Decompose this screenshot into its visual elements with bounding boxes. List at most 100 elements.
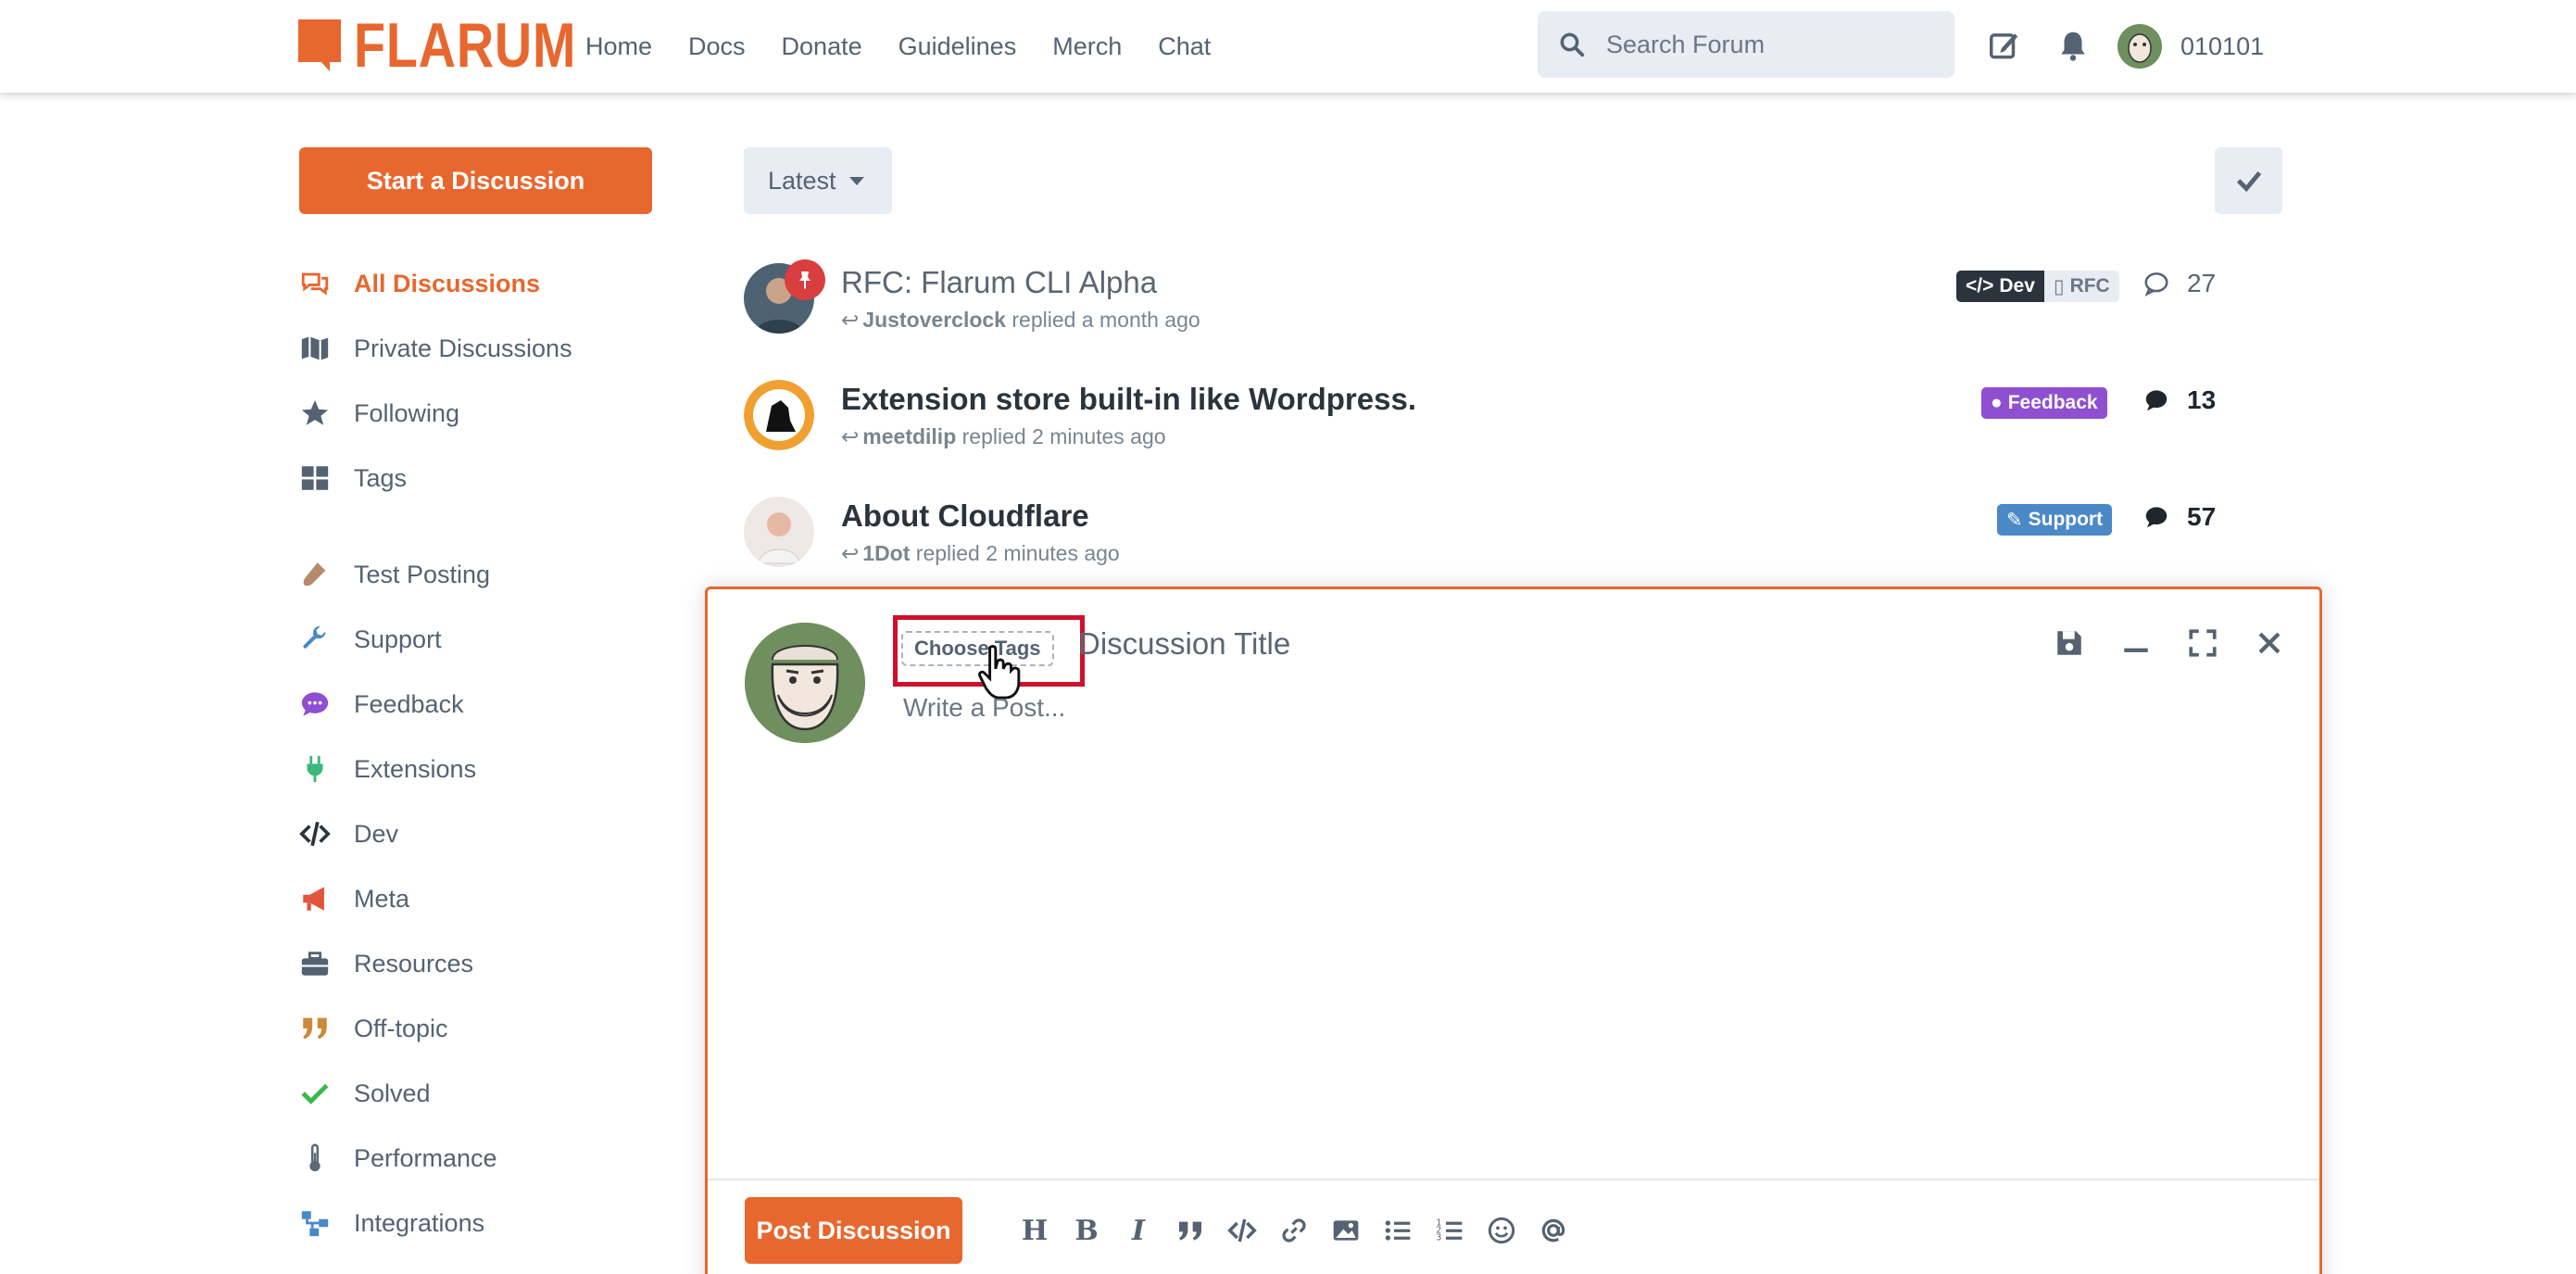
sidebar-item-test-posting[interactable]: Test Posting [298, 556, 490, 593]
comment-icon [2145, 390, 2168, 411]
tag-badge[interactable]: </> Dev [1956, 271, 2044, 302]
discussion-item[interactable]: About Cloudflare ↩ 1Dot replied 2 minutes… [744, 497, 2217, 589]
sidebar-item-label: Tags [354, 463, 408, 492]
discussion-action: replied 2 minutes ago [915, 541, 1120, 565]
discussion-user[interactable]: meetdilip [862, 424, 956, 448]
sidebar-item-solved[interactable]: Solved [298, 1075, 431, 1112]
discussion-title[interactable]: About Cloudflare [841, 498, 1089, 534]
tag-badge[interactable]: ✎ Support [1997, 504, 2113, 536]
sidebar-item-feedback[interactable]: Feedback [298, 686, 464, 723]
compose-icon[interactable] [1987, 28, 2022, 63]
sort-dropdown[interactable]: Latest [744, 147, 892, 214]
code-icon [298, 817, 332, 851]
reply-count: 27 [2142, 269, 2216, 298]
pin-icon [785, 259, 825, 300]
save-draft-icon[interactable] [2051, 624, 2088, 662]
user-menu[interactable]: 010101 [2117, 22, 2264, 70]
mark-all-read-button[interactable] [2215, 147, 2282, 214]
minimize-icon[interactable] [2117, 624, 2155, 662]
post-discussion-button[interactable]: Post Discussion [745, 1197, 962, 1264]
fullscreen-icon[interactable] [2184, 624, 2221, 662]
sidebar-item-performance[interactable]: Performance [298, 1140, 497, 1177]
avatar[interactable] [744, 380, 814, 450]
nav-chat[interactable]: Chat [1158, 32, 1211, 61]
sidebar-item-meta[interactable]: Meta [298, 880, 409, 917]
nav-docs[interactable]: Docs [688, 32, 746, 61]
search-icon [1558, 31, 1586, 58]
italic-icon[interactable]: I [1120, 1212, 1157, 1249]
discussion-title[interactable]: Extension store built-in like Wordpress. [841, 382, 1416, 417]
sidebar-item-label: Performance [354, 1143, 497, 1172]
nav-home[interactable]: Home [585, 32, 652, 61]
tag-badge[interactable]: ● Feedback [1981, 387, 2107, 419]
close-icon[interactable] [2251, 624, 2288, 662]
flarum-logo[interactable]: FLARUM [298, 14, 625, 77]
sidebar-item-label: Extensions [354, 754, 477, 783]
network-icon [298, 1206, 332, 1240]
discussion-meta: ↩ meetdilip replied 2 minutes ago [841, 424, 1166, 449]
mention-icon[interactable] [1535, 1212, 1572, 1249]
reply-icon: ↩ [841, 308, 860, 332]
image-icon[interactable] [1327, 1212, 1364, 1249]
header: FLARUM Home Docs Donate Guidelines Merch… [0, 0, 2576, 93]
wrench-icon [298, 623, 332, 656]
wrench-icon: ✎ [2006, 509, 2023, 531]
code-icon[interactable] [1224, 1212, 1261, 1249]
discussion-title[interactable]: RFC: Flarum CLI Alpha [841, 265, 1157, 300]
sidebar-item-label: Support [354, 624, 442, 653]
sidebar-item-private-discussions[interactable]: Private Discussions [298, 330, 572, 367]
sidebar-item-resources[interactable]: Resources [298, 945, 473, 982]
numbered-list-icon[interactable]: 123 [1431, 1212, 1468, 1249]
sidebar-item-following[interactable]: Following [298, 395, 459, 432]
sidebar-item-tags[interactable]: Tags [298, 460, 407, 497]
discussion-meta: ↩ 1Dot replied 2 minutes ago [841, 541, 1120, 566]
discussion-item[interactable]: RFC: Flarum CLI Alpha ↩ Justoverclock rep… [744, 259, 2217, 356]
sidebar-item-off-topic[interactable]: Off-topic [298, 1010, 448, 1047]
nav-guidelines[interactable]: Guidelines [898, 32, 1017, 61]
sidebar-item-label: All Discussions [354, 269, 541, 297]
comments-icon [298, 267, 332, 300]
start-discussion-button[interactable]: Start a Discussion [299, 147, 652, 214]
sidebar-item-label: Feedback [354, 689, 464, 718]
sidebar-item-support[interactable]: Support [298, 621, 442, 658]
discussion-item[interactable]: Extension store built-in like Wordpress.… [744, 380, 2217, 473]
header-icon[interactable]: H [1016, 1212, 1053, 1249]
discussion-action: replied a month ago [1012, 308, 1200, 332]
nav-merch[interactable]: Merch [1052, 32, 1122, 61]
check-icon [2236, 170, 2261, 193]
check-icon [298, 1077, 332, 1110]
reply-count: 13 [2142, 385, 2216, 415]
tag-badge[interactable]: ▯ RFC [2044, 271, 2119, 302]
bullet-list-icon[interactable] [1379, 1212, 1416, 1249]
discussion-title-input[interactable] [1078, 626, 1634, 662]
link-icon[interactable] [1275, 1212, 1313, 1249]
sidebar-item-extensions[interactable]: Extensions [298, 751, 476, 788]
sidebar-item-all-discussions[interactable]: All Discussions [298, 265, 540, 302]
sidebar-item-dev[interactable]: Dev [298, 815, 398, 852]
sidebar-item-label: Resources [354, 949, 474, 978]
search-box[interactable] [1538, 11, 1954, 78]
sort-label: Latest [768, 166, 836, 195]
emoji-icon[interactable] [1483, 1212, 1520, 1249]
sidebar-item-label: Solved [354, 1078, 431, 1107]
search-input[interactable] [1606, 30, 1940, 59]
quote-icon [298, 1012, 332, 1045]
flask-icon [298, 558, 332, 591]
document-icon: ▯ [2054, 275, 2065, 297]
sidebar-item-label: Private Discussions [354, 334, 572, 362]
sidebar-item-label: Test Posting [354, 560, 491, 588]
bell-icon[interactable] [2055, 28, 2091, 63]
comment-icon [298, 687, 332, 721]
discussion-user[interactable]: Justoverclock [862, 308, 1006, 332]
discussion-user[interactable]: 1Dot [862, 541, 910, 565]
nav-donate[interactable]: Donate [782, 32, 862, 61]
toolbox-icon [298, 947, 332, 980]
sidebar-item-integrations[interactable]: Integrations [298, 1205, 484, 1242]
grid-icon [298, 461, 332, 495]
code-icon: </> [1966, 275, 1994, 296]
post-body-input[interactable] [903, 693, 1644, 723]
bold-icon[interactable]: B [1068, 1212, 1105, 1249]
avatar[interactable] [744, 497, 814, 567]
megaphone-icon [298, 882, 332, 915]
quote-icon[interactable] [1172, 1212, 1209, 1249]
